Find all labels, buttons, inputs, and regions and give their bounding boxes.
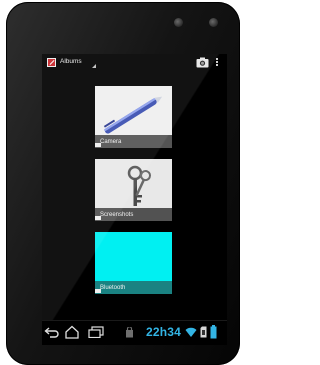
action-bar: Albums — [42, 54, 227, 72]
album-tile-camera[interactable]: Camera — [95, 86, 172, 148]
album-label: Bluetooth — [100, 285, 126, 291]
album-label: Camera — [100, 139, 122, 145]
status-clock[interactable]: 22h34 — [146, 325, 181, 339]
battery-icon — [210, 325, 217, 339]
tablet-device: Albums Camera Screenshots Bluetooth 22h3… — [6, 2, 240, 365]
wifi-icon — [185, 327, 197, 337]
front-camera-sensor — [174, 18, 183, 27]
home-icon[interactable] — [64, 325, 80, 339]
album-label: Screenshots — [100, 212, 134, 218]
spinner-arrow-icon[interactable] — [92, 64, 96, 68]
sd-card-icon — [200, 326, 207, 338]
camera-icon[interactable] — [196, 57, 209, 68]
tablet-screen: Albums Camera Screenshots Bluetooth 22h3… — [42, 54, 227, 345]
back-icon[interactable] — [44, 326, 60, 338]
album-tile-screenshots[interactable]: Screenshots — [95, 159, 172, 221]
system-bar: 22h34 — [42, 320, 227, 345]
album-tile-bluetooth[interactable]: Bluetooth — [95, 232, 172, 294]
overflow-menu-icon[interactable] — [214, 57, 220, 68]
tablet-screenshot: Albums Camera Screenshots Bluetooth 22h3… — [0, 0, 245, 365]
notification-icon[interactable] — [125, 327, 134, 338]
recent-apps-icon[interactable] — [88, 326, 104, 338]
gallery-app-icon[interactable] — [47, 58, 56, 67]
albums-spinner-label[interactable]: Albums — [60, 58, 82, 65]
light-sensor — [209, 18, 218, 27]
